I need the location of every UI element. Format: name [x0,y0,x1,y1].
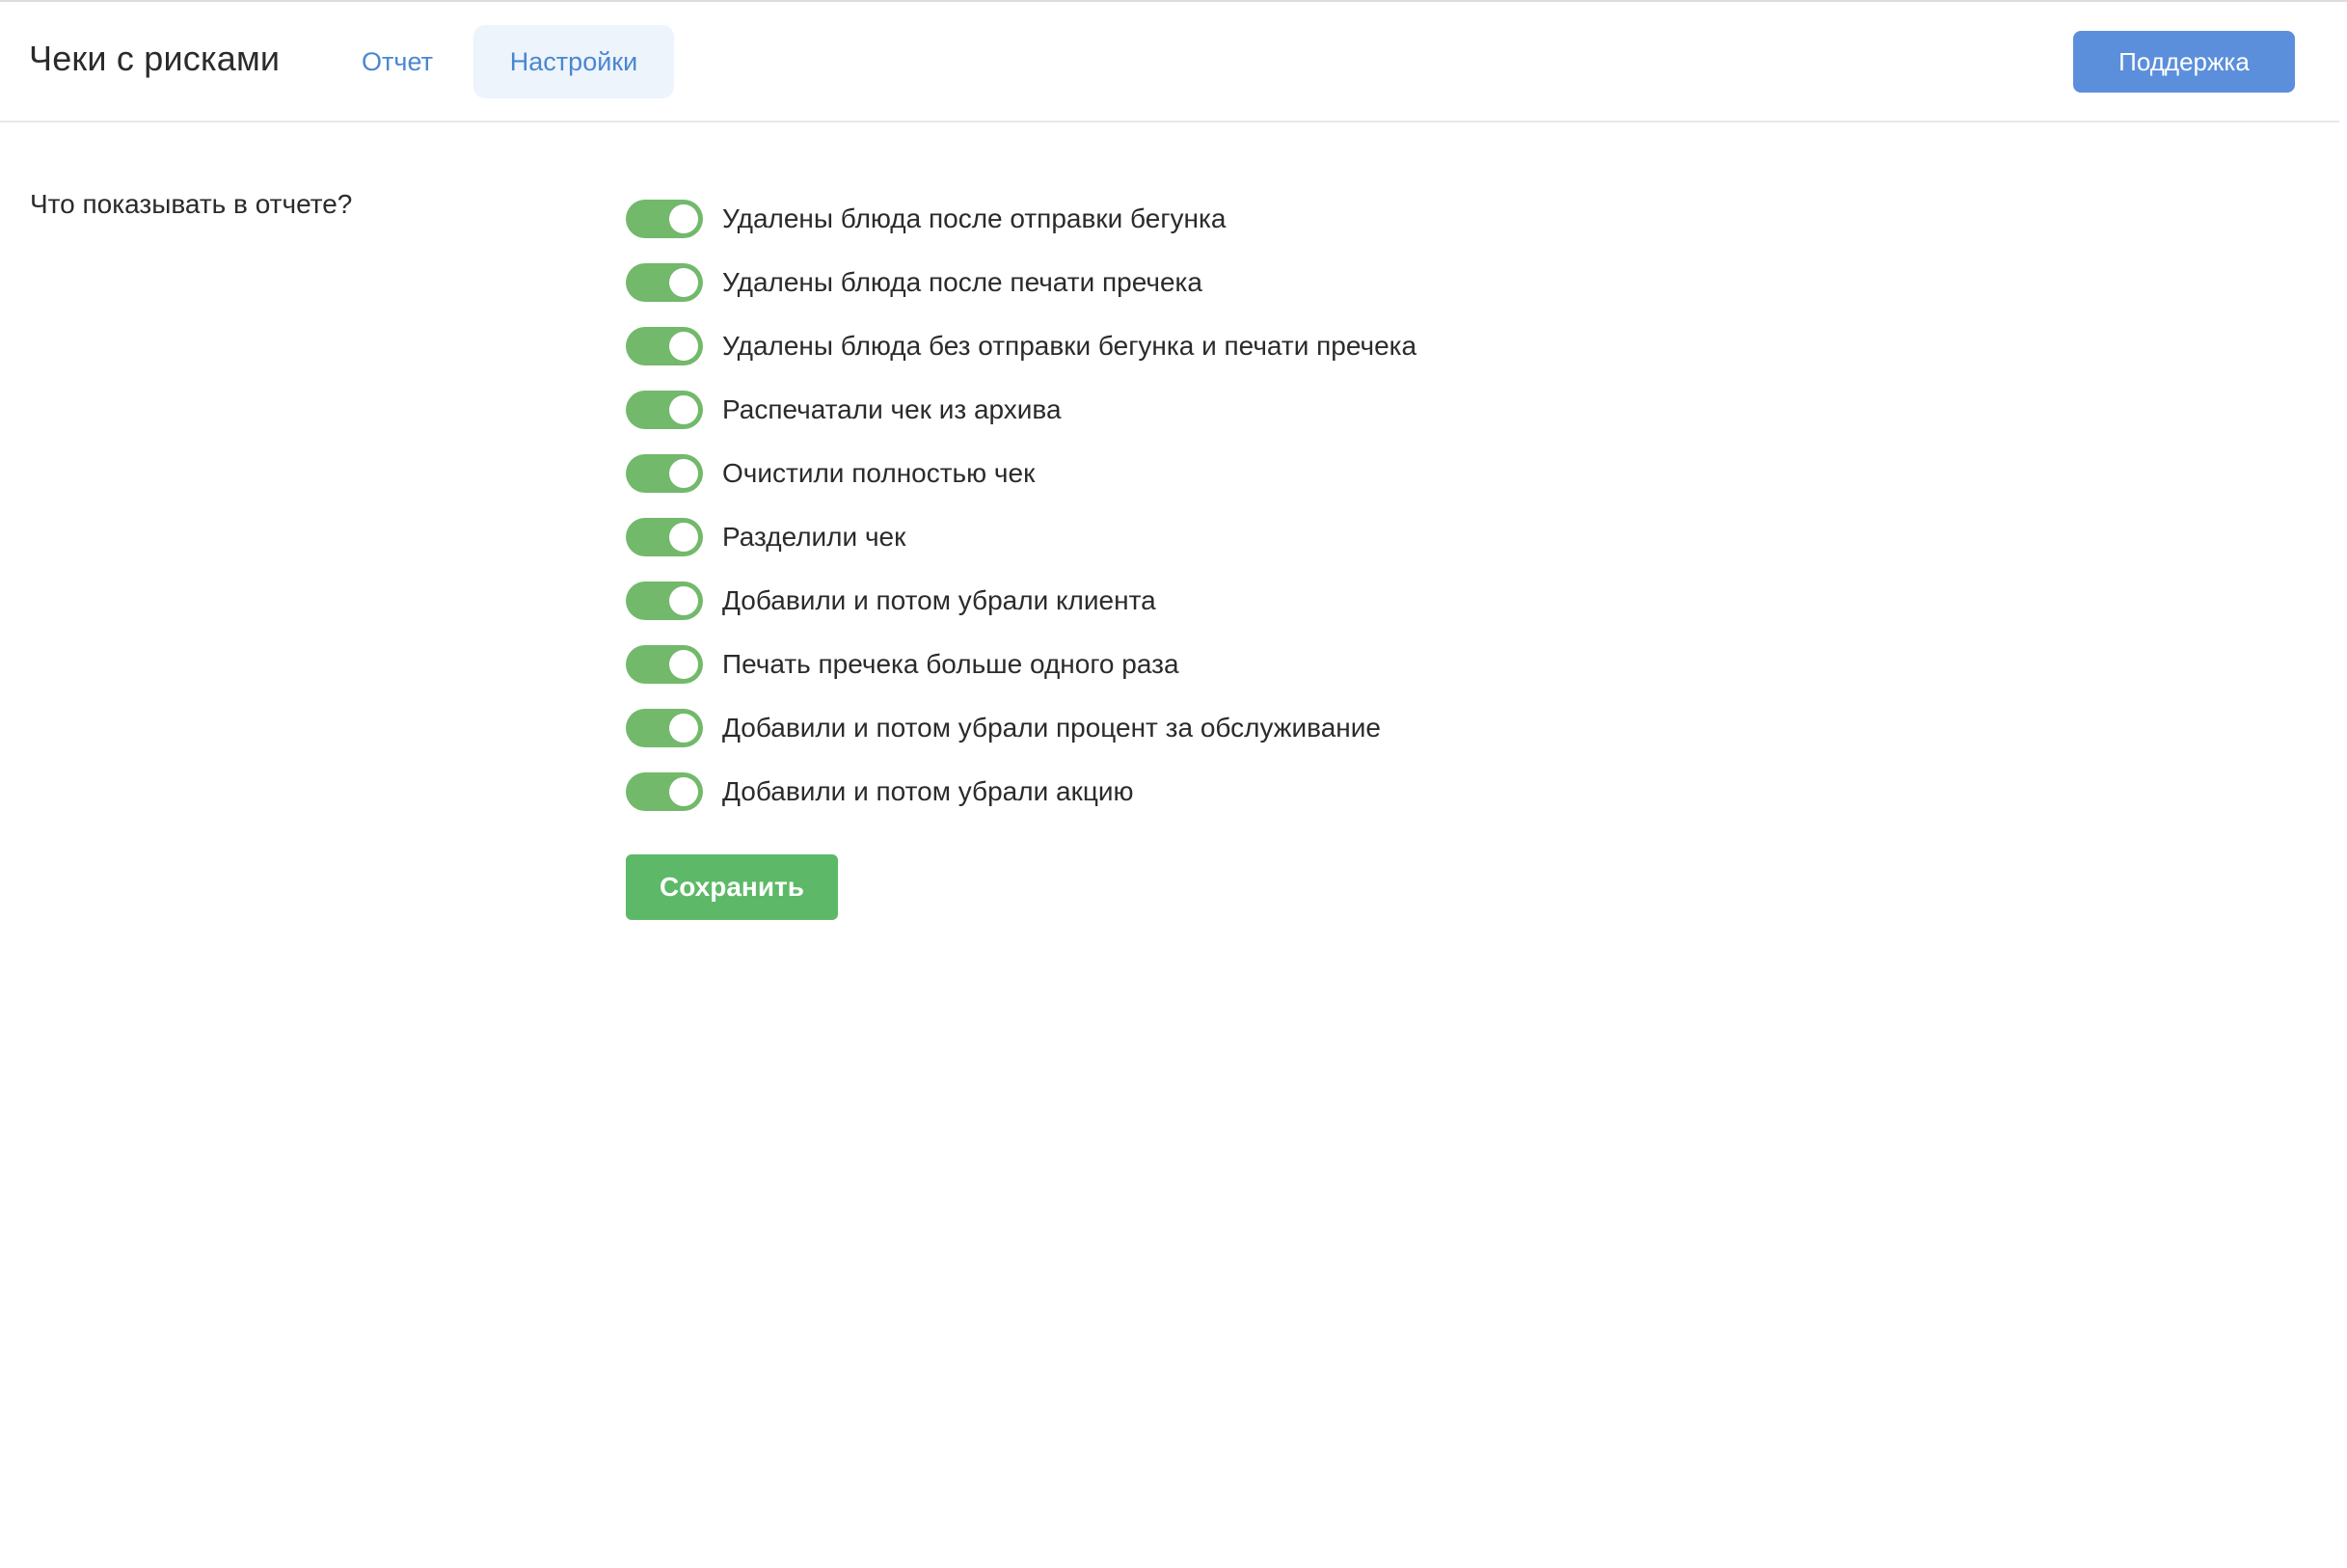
toggle-knob [669,204,698,233]
option-row: Печать пречека больше одного раза [626,633,1783,696]
toggle-switch[interactable] [626,454,703,493]
toggle-switch[interactable] [626,772,703,811]
option-label: Очистили полностью чек [722,458,1036,488]
tab-settings[interactable]: Настройки [473,25,674,98]
toggle-knob [669,395,698,424]
toggle-knob [669,714,698,743]
option-row: Добавили и потом убрали клиента [626,569,1783,633]
option-row: Добавили и потом убрали акцию [626,760,1783,824]
toggle-switch[interactable] [626,327,703,365]
option-label: Добавили и потом убрали клиента [722,585,1156,615]
option-row: Удалены блюда после печати пречека [626,251,1783,314]
options-list: Удалены блюда после отправки бегунка Уда… [626,187,1783,824]
option-row: Добавили и потом убрали процент за обслу… [626,696,1783,760]
save-button[interactable]: Сохранить [626,854,838,920]
option-row: Очистили полностью чек [626,442,1783,505]
toggle-switch[interactable] [626,709,703,747]
option-label: Удалены блюда после печати пречека [722,267,1202,297]
toggle-knob [669,268,698,297]
toggle-switch[interactable] [626,518,703,556]
option-label: Удалены блюда без отправки бегунка и печ… [722,331,1417,361]
toggle-switch[interactable] [626,200,703,238]
toggle-knob [669,332,698,361]
option-label: Добавили и потом убрали процент за обслу… [722,713,1381,743]
toggle-switch[interactable] [626,645,703,684]
header: Чеки с рисками Отчет Настройки Поддержка [0,2,2339,122]
option-row: Распечатали чек из архива [626,378,1783,442]
toggle-switch[interactable] [626,391,703,429]
tab-report[interactable]: Отчет [328,25,467,98]
option-label: Печать пречека больше одного раза [722,649,1179,679]
section-label: Что показывать в отчете? [30,189,353,219]
toggle-switch[interactable] [626,263,703,302]
option-row: Разделили чек [626,505,1783,569]
option-label: Разделили чек [722,522,906,552]
toggle-knob [669,777,698,806]
toggle-knob [669,650,698,679]
option-label: Добавили и потом убрали акцию [722,776,1134,806]
option-label: Распечатали чек из архива [722,394,1062,424]
option-row: Удалены блюда после отправки бегунка [626,187,1783,251]
option-label: Удалены блюда после отправки бегунка [722,203,1227,233]
page: Чеки с рисками Отчет Настройки Поддержка… [0,0,2347,1568]
toggle-switch[interactable] [626,581,703,620]
support-button[interactable]: Поддержка [2073,31,2295,93]
toggle-knob [669,459,698,488]
page-title: Чеки с рисками [29,39,281,78]
option-row: Удалены блюда без отправки бегунка и печ… [626,314,1783,378]
toggle-knob [669,523,698,552]
toggle-knob [669,586,698,615]
